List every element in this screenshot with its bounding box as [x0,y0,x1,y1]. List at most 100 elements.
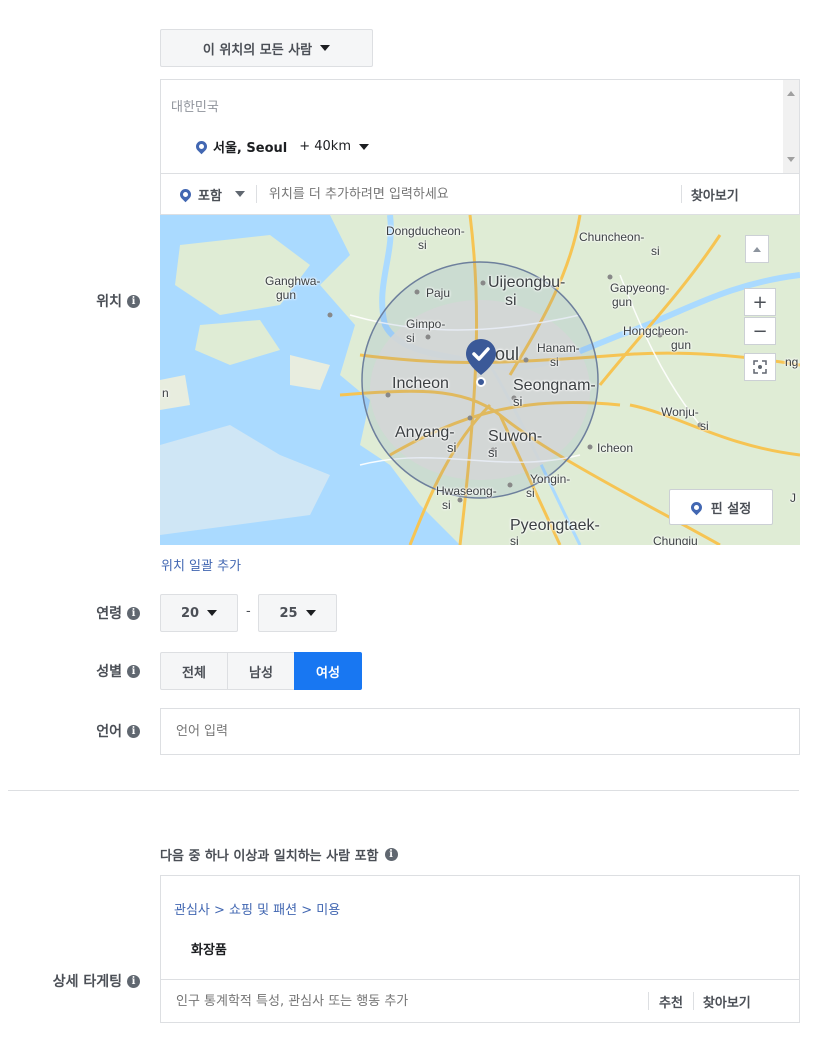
suggestions-button[interactable]: 추천 [659,992,683,1011]
map-pin-marker-icon[interactable] [464,337,498,387]
map-label: Hwaseong- [436,484,497,498]
map-label: ng [785,355,799,369]
scroll-down-icon[interactable] [787,157,795,162]
include-label: 포함 [198,188,222,204]
radius-dropdown[interactable]: + 40km [299,139,351,154]
chevron-down-icon [234,191,245,197]
location-pin-icon [193,138,210,155]
map-label: Anyang- [395,424,455,441]
info-icon[interactable]: i [384,848,398,861]
location-list-box: 대한민국 서울, Seoul + 40km [160,79,800,174]
map-label: si [505,292,517,309]
map-label: si [406,331,415,345]
language-input[interactable] [174,723,778,740]
age-max-dropdown[interactable]: 25 [258,594,337,632]
language-label-text: 언어 [96,724,122,740]
map-label: si [550,355,559,369]
map-label: si [651,244,660,258]
map-label: si [488,445,498,460]
info-icon[interactable]: i [127,294,140,308]
gender-segmented-control: 전체 남성 여성 [160,652,362,690]
map-label: Chuncheon- [579,230,645,244]
map-label: oul [495,344,520,364]
chevron-down-icon [305,610,316,616]
age-range-dash: - [246,604,251,619]
map-label: Hanam- [537,341,580,355]
map-label: Dongducheon- [386,224,465,238]
map-label: si [526,486,535,500]
map-label: Seongnam- [513,377,596,394]
targeting-breadcrumb[interactable]: 관심사 > 쇼핑 및 패션 > 미용 [174,899,340,918]
map-label: n [162,386,169,400]
targeting-item[interactable]: 화장품 [191,939,227,958]
map-label: gun [671,338,692,352]
pin-setting-button[interactable]: 핀 설정 [669,489,773,525]
detailed-targeting-heading-text: 다음 중 하나 이상과 일치하는 사람 포함 [160,849,379,864]
chevron-down-icon[interactable] [358,143,369,150]
age-min-dropdown[interactable]: 20 [160,594,238,632]
collapse-map-button[interactable] [745,235,769,263]
location-pin-icon [177,186,194,202]
detailed-targeting-heading: 다음 중 하나 이상과 일치하는 사람 포함 i [160,845,398,864]
gender-option-male[interactable]: 남성 [227,652,295,690]
section-divider [8,790,799,791]
gender-option-all[interactable]: 전체 [160,652,228,690]
map-label: gun [612,295,633,309]
pin-setting-label: 핀 설정 [710,501,752,517]
recenter-icon [753,360,767,374]
country-label: 대한민국 [171,100,219,115]
chevron-up-icon [753,247,761,252]
zoom-out-button[interactable]: − [744,317,776,345]
location-label-text: 위치 [96,294,122,310]
detailed-targeting-search-row: 추천 찾아보기 [160,979,800,1023]
audience-dropdown[interactable]: 이 위치의 모든 사람 [160,29,373,67]
map-label: Paju [426,286,451,300]
chevron-down-icon [207,610,218,616]
detailed-targeting-browse-button[interactable]: 찾아보기 [703,992,751,1011]
selected-location[interactable]: 서울, Seoul + 40km [193,137,369,156]
detailed-targeting-label-text: 상세 타게팅 [52,974,122,990]
map-label: Hongcheon- [623,324,689,338]
language-input-box[interactable] [160,708,800,755]
gender-field-label: 성별 i [30,660,140,682]
map-label: Ganghwa- [265,274,321,288]
scrollbar[interactable] [783,80,799,174]
map-label: Pyeongtaek- [510,517,600,534]
detailed-targeting-search-input[interactable] [174,992,648,1010]
map-label: Yongin- [530,472,571,486]
age-max-value: 25 [279,605,298,621]
detailed-targeting-box: 관심사 > 쇼핑 및 패션 > 미용 화장품 [160,875,800,979]
bulk-add-locations-link[interactable]: 위치 일괄 추가 [161,555,241,574]
map-label: Gapyeong- [610,281,670,295]
age-label-text: 연령 [96,606,122,622]
audience-dropdown-label: 이 위치의 모든 사람 [202,42,313,58]
map-label: Wonju- [661,405,699,419]
zoom-in-button[interactable]: + [744,288,776,316]
map-label: si [510,534,519,545]
map-label: Icheon [597,441,634,455]
info-icon[interactable]: i [127,606,140,620]
map-label: si [700,419,709,433]
info-icon[interactable]: i [127,724,140,738]
map-label: J [790,491,796,505]
detailed-targeting-field-label: 상세 타게팅 i [0,970,140,992]
selected-city: 서울, Seoul [213,141,288,156]
recenter-button[interactable] [744,353,776,381]
gender-label-text: 성별 [96,664,122,680]
map-label: Incheon [392,375,449,392]
scroll-up-icon[interactable] [787,91,795,96]
info-icon[interactable]: i [127,974,140,988]
info-icon[interactable]: i [127,664,140,678]
gender-option-female[interactable]: 여성 [294,652,362,690]
map-label: Suwon- [488,428,543,445]
location-search-input[interactable] [266,185,681,203]
map[interactable]: Dongducheon- si Chuncheon- si Ganghwa- g… [160,215,800,545]
location-search-row: 포함 찾아보기 [160,173,800,215]
map-label: Gimpo- [406,317,446,331]
map-label: si [447,440,457,455]
map-label: Chungju [653,534,698,545]
age-min-value: 20 [180,605,200,621]
age-field-label: 연령 i [30,602,140,624]
location-browse-button[interactable]: 찾아보기 [691,185,739,204]
include-dropdown[interactable]: 포함 [177,185,245,204]
